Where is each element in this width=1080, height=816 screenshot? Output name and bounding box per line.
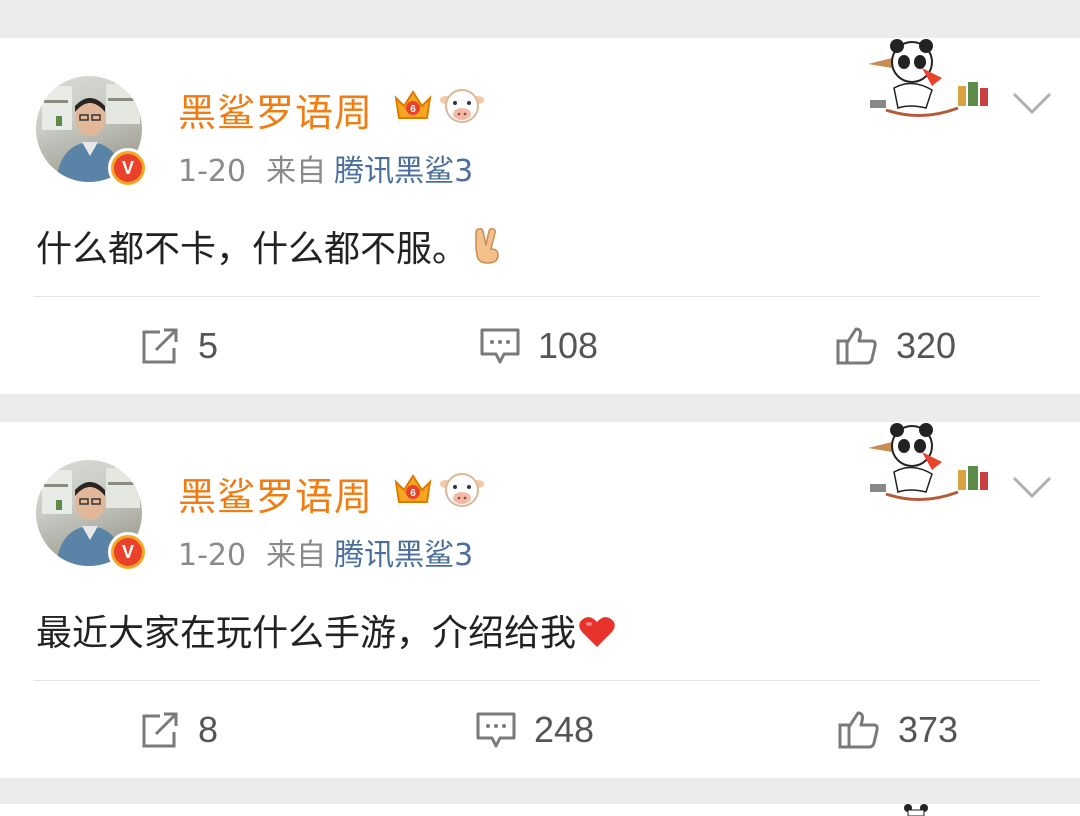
- repost-count: 5: [198, 325, 219, 366]
- post-card-partial[interactable]: [0, 804, 1080, 816]
- repost-icon: [142, 328, 178, 364]
- chevron-down-icon[interactable]: [1010, 474, 1054, 500]
- post-text: 什么都不卡，什么都不服。: [36, 229, 469, 270]
- like-count: 320: [896, 325, 957, 366]
- divider: [34, 680, 1040, 681]
- comment-count: 108: [538, 325, 599, 366]
- comment-button[interactable]: 248: [474, 706, 594, 754]
- cow-face-icon: [440, 473, 484, 507]
- post-text: 最近大家在玩什么手游，介绍给我: [36, 613, 577, 654]
- chevron-down-icon[interactable]: [1010, 90, 1054, 116]
- post-content: 什么都不卡，什么都不服。: [36, 220, 504, 272]
- comment-icon: [480, 328, 520, 364]
- repost-button[interactable]: 5: [138, 322, 218, 370]
- like-button[interactable]: 320: [834, 322, 956, 370]
- svg-text:6: 6: [410, 488, 416, 499]
- avatar[interactable]: V: [36, 460, 148, 572]
- post-card[interactable]: V 黑鲨罗语周 6 1-20 来自 腾讯黑鲨3: [0, 38, 1080, 394]
- comment-icon: [476, 712, 516, 748]
- like-button[interactable]: 373: [836, 706, 958, 754]
- username[interactable]: 黑鲨罗语周: [178, 82, 373, 137]
- verified-badge-icon: V: [108, 532, 148, 572]
- red-heart-icon: [579, 617, 615, 647]
- top-gap: [0, 0, 1080, 38]
- post-meta: 1-20 来自 腾讯黑鲨3: [178, 146, 473, 190]
- like-count: 373: [898, 709, 959, 750]
- post-content: 最近大家在玩什么手游，介绍给我: [36, 604, 616, 656]
- cow-face-icon: [440, 89, 484, 123]
- victory-hand-icon: [475, 228, 499, 264]
- separator-gap: [0, 778, 1080, 804]
- panda-rocking-horse-icon: [904, 804, 928, 816]
- panda-rocking-horse-icon: [868, 423, 988, 502]
- comment-button[interactable]: 108: [478, 322, 598, 370]
- post-meta: 1-20 来自 腾讯黑鲨3: [178, 530, 473, 574]
- crown-vip-icon: 6: [394, 474, 432, 503]
- post-source-link[interactable]: 腾讯黑鲨3: [334, 154, 473, 189]
- crown-vip-icon: 6: [394, 90, 432, 119]
- thumbs-up-icon: [838, 711, 879, 749]
- avatar[interactable]: V: [36, 76, 148, 188]
- post-date: 1-20: [178, 538, 247, 573]
- separator-gap: [0, 394, 1080, 422]
- username[interactable]: 黑鲨罗语周: [178, 466, 373, 521]
- repost-icon: [142, 712, 178, 748]
- repost-count: 8: [198, 709, 219, 750]
- post-source-link[interactable]: 腾讯黑鲨3: [334, 538, 473, 573]
- verified-badge-icon: V: [108, 148, 148, 188]
- svg-text:6: 6: [410, 104, 416, 115]
- post-card[interactable]: V 黑鲨罗语周 6 1-20 来自 腾讯黑鲨3: [0, 422, 1080, 778]
- repost-button[interactable]: 8: [138, 706, 218, 754]
- panda-rocking-horse-icon: [868, 39, 988, 118]
- from-label: 来自: [266, 538, 327, 573]
- comment-count: 248: [534, 709, 595, 750]
- divider: [34, 296, 1040, 297]
- post-date: 1-20: [178, 154, 247, 189]
- thumbs-up-icon: [836, 327, 877, 365]
- from-label: 来自: [266, 154, 327, 189]
